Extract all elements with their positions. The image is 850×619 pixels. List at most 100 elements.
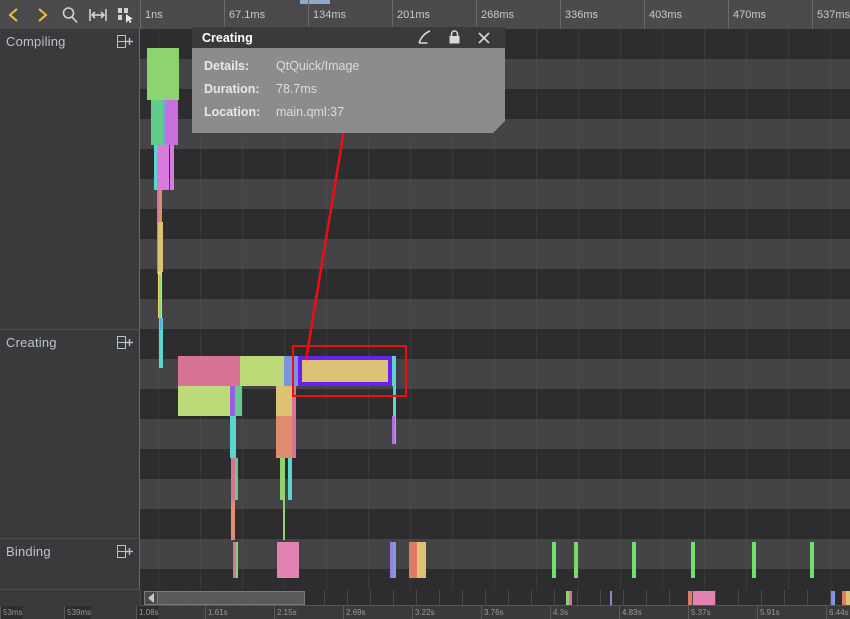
timeline-event[interactable]	[160, 318, 162, 330]
event-details-tooltip[interactable]: Creating Details: QtQuick/Image Duration…	[192, 27, 505, 133]
tooltip-title: Creating	[202, 30, 253, 45]
timeline-stripe	[140, 209, 850, 239]
overview-event-mark	[610, 591, 612, 605]
timeline-event[interactable]	[691, 542, 695, 578]
timeline-event[interactable]	[178, 386, 230, 416]
ruler-tick-1: 67.1ms	[224, 0, 265, 29]
timeline-event[interactable]	[157, 145, 169, 190]
timeline-event[interactable]	[574, 542, 578, 578]
overview-time-label-3: 1.61s	[205, 606, 228, 619]
timeline-event[interactable]	[235, 386, 242, 416]
jump-next-button[interactable]	[28, 0, 56, 29]
timeline-event[interactable]	[292, 416, 296, 458]
timeline-event[interactable]	[231, 500, 235, 540]
tooltip-header: Creating	[192, 27, 505, 48]
overview-time-label-2: 1.08s	[136, 606, 159, 619]
timeline-stripe	[140, 569, 850, 590]
timeline-gridline	[662, 29, 663, 590]
timeline-gridline	[746, 29, 747, 590]
overview-gridline	[761, 590, 762, 606]
tooltip-value: 78.7ms	[276, 82, 317, 96]
triangle-left-icon	[147, 593, 154, 603]
timeline-event[interactable]	[147, 48, 179, 100]
timeline-event[interactable]	[277, 542, 299, 578]
ruler-tick-2: 134ms	[308, 0, 346, 29]
timeline-gridline	[620, 29, 621, 590]
timeline-gridline	[788, 29, 789, 590]
zoom-search-button[interactable]	[56, 0, 84, 29]
lock-icon[interactable]	[439, 27, 469, 48]
overview-gridline	[600, 590, 601, 606]
tooltip-key: Duration:	[204, 82, 260, 96]
ruler-tick-4: 268ms	[476, 0, 514, 29]
timeline-event[interactable]	[280, 458, 285, 500]
ruler-tick-5: 336ms	[560, 0, 598, 29]
magnifier-icon	[62, 6, 78, 23]
tooltip-key: Details:	[204, 59, 250, 73]
timeline-event[interactable]	[166, 100, 178, 145]
timeline-event[interactable]	[393, 542, 396, 578]
timeline-event[interactable]	[417, 542, 426, 578]
overview-event-mark	[569, 591, 572, 605]
jump-previous-button[interactable]	[0, 0, 28, 29]
timeline-event[interactable]	[810, 542, 814, 578]
category-row-compiling[interactable]: Compiling	[0, 29, 140, 330]
tooltip-row-1: Duration: 78.7ms	[192, 78, 505, 101]
overview-gridline	[462, 590, 463, 606]
timeline-event[interactable]	[409, 542, 417, 578]
overview-time-label-0: 53ms	[0, 606, 23, 619]
timeline-event[interactable]	[288, 458, 292, 500]
scroll-left-grip[interactable]	[144, 591, 158, 605]
overview-gridline	[508, 590, 509, 606]
overview-gridline	[692, 590, 693, 606]
timeline-event[interactable]	[552, 542, 556, 578]
timeline-event[interactable]	[170, 145, 174, 190]
expand-row-icon[interactable]	[117, 336, 133, 350]
overview-gridline	[623, 590, 624, 606]
overview-gridline	[830, 590, 831, 606]
timeline-event[interactable]	[178, 356, 240, 386]
timeline-event[interactable]	[236, 542, 238, 578]
overview-gridline	[646, 590, 647, 606]
selection-cursor-icon	[118, 7, 133, 23]
ruler-tick-3: 201ms	[392, 0, 430, 29]
timeline-stripe	[140, 389, 850, 419]
timeline-event[interactable]	[283, 500, 285, 540]
overview-time-label-4: 2.15s	[274, 606, 297, 619]
overview-gridline	[669, 590, 670, 606]
expand-row-icon[interactable]	[117, 545, 133, 559]
timeline-stripe	[140, 179, 850, 209]
timeline-event[interactable]	[151, 100, 163, 145]
range-select-button[interactable]	[84, 0, 112, 29]
timeline-event[interactable]	[158, 222, 163, 272]
timeline-event[interactable]	[240, 356, 284, 386]
timeline-event[interactable]	[235, 458, 238, 500]
category-row-creating[interactable]: Creating	[0, 330, 140, 539]
time-ruler[interactable]: 1ns 67.1ms 134ms 201ms 268ms 336ms 403ms 470ms 5…	[140, 0, 850, 29]
overview-time-label-7: 3.76s	[481, 606, 504, 619]
timeline-stripe	[140, 239, 850, 269]
timeline-gridline	[578, 29, 579, 590]
timeline-stripe	[140, 269, 850, 299]
timeline-stripe	[140, 539, 850, 569]
timeline-event[interactable]	[230, 416, 236, 458]
close-icon[interactable]	[469, 27, 499, 48]
overview-time-label-11: 5.91s	[757, 606, 780, 619]
timeline-event[interactable]	[392, 416, 395, 444]
select-mode-button[interactable]	[112, 0, 140, 29]
timeline-event[interactable]	[632, 542, 636, 578]
timeline-stripe	[140, 329, 850, 359]
horizontal-scroll-handle[interactable]	[145, 591, 305, 605]
overview-gridline	[393, 590, 394, 606]
category-row-binding[interactable]: Binding	[0, 539, 140, 590]
category-label-column: Compiling Creating Binding	[0, 29, 140, 590]
timeline-event[interactable]	[752, 542, 756, 578]
edit-pencil-icon[interactable]	[409, 27, 439, 48]
expand-row-icon[interactable]	[117, 35, 133, 49]
timeline-gridline	[830, 29, 831, 590]
timeline-stripe	[140, 509, 850, 539]
overview-time-label-8: 4.3s	[550, 606, 568, 619]
overview-time-label-9: 4.83s	[619, 606, 642, 619]
overview-time-labels: 53ms 539ms 1.08s 1.61s 2.15s 2.69s 3.22s 3.76s 4…	[0, 606, 850, 619]
timeline-stripe	[140, 299, 850, 329]
